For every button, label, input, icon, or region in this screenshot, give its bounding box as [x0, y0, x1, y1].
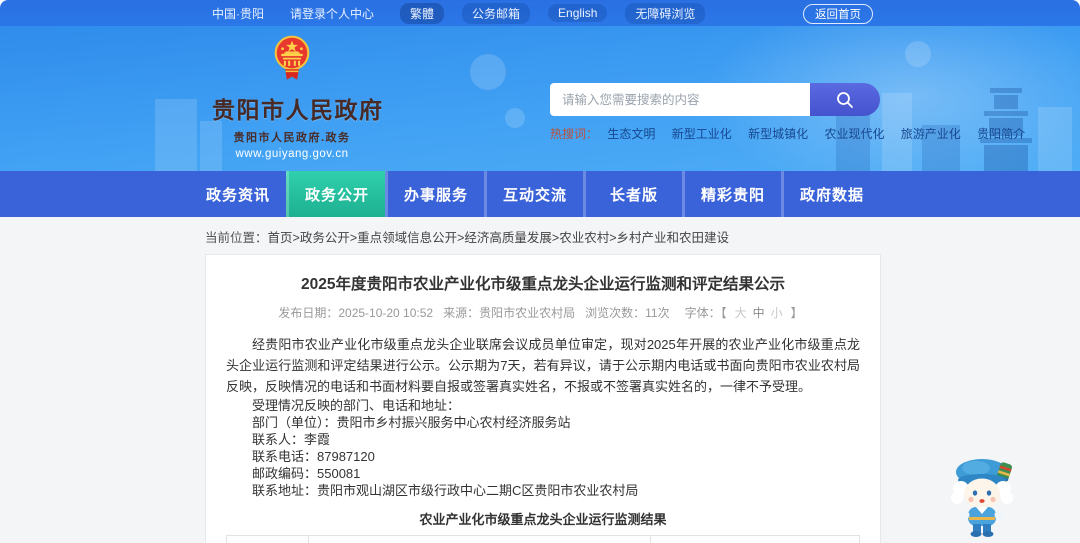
main-nav: 政务资讯 政务公开 办事服务 互动交流 长者版 精彩贵阳 政府数据 — [0, 171, 1080, 217]
contact-phone-line: 联系电话：87987120 — [252, 449, 375, 464]
mascot-icon — [951, 459, 1013, 537]
mascot-widget[interactable] — [942, 450, 1022, 538]
topbar-link-china-guiyang[interactable]: 中国·贵阳 — [212, 5, 264, 22]
font-size-small[interactable]: 小 — [771, 306, 783, 320]
hot-search-word[interactable]: 新型城镇化 — [748, 127, 808, 141]
font-size-large[interactable]: 大 — [735, 306, 747, 320]
site-subtitle: 贵阳市人民政府.政务 — [233, 132, 351, 144]
site-logo[interactable]: 贵阳市人民政府 贵阳市人民政府.政务 www.guiyang.gov.cn — [212, 35, 384, 160]
article-card: 2025年度贵阳市农业产业化市级重点龙头企业运行监测和评定结果公示 发布日期：2… — [205, 254, 881, 543]
font-size-label: 字体：【 — [684, 306, 727, 320]
article-paragraph: 经贵阳市农业产业化市级重点龙头企业联席会议成员单位审定，现对2025年开展的农业… — [226, 337, 860, 394]
contact-department-line: 部门（单位）：贵阳市乡村振兴服务中心农村经济服务站 — [252, 415, 571, 430]
nav-item-interaction[interactable]: 互动交流 — [484, 171, 583, 217]
site-name: 贵阳市人民政府 — [212, 97, 384, 123]
nav-item-news[interactable]: 政务资讯 — [190, 171, 286, 217]
hot-search-bar: 热搜词： 生态文明 新型工业化 新型城镇化 农业现代化 旅游产业化 贵阳简介 — [550, 125, 1025, 142]
topbar-link-english[interactable]: English — [548, 4, 608, 22]
header-banner: 贵阳市人民政府 贵阳市人民政府.政务 www.guiyang.gov.cn 热搜… — [0, 26, 1080, 171]
nav-item-gov-data[interactable]: 政府数据 — [781, 171, 880, 217]
hot-search-word[interactable]: 贵阳简介 — [977, 127, 1025, 141]
hot-search-word[interactable]: 生态文明 — [607, 127, 655, 141]
hot-search-label: 热搜词： — [550, 127, 599, 141]
header-序号: 序号 — [225, 535, 310, 543]
search-input[interactable] — [550, 83, 810, 116]
hot-search-word[interactable]: 旅游产业化 — [901, 127, 961, 141]
header-监测结果: 监测结果 — [650, 535, 860, 543]
article-source: 来源：贵阳市农业农村局 — [443, 306, 576, 320]
breadcrumb-path[interactable]: 首页>政务公开>重点领域信息公开>经济高质量发展>农业农村>乡村产业和农田建设 — [268, 231, 730, 245]
table-caption: 农业产业化市级重点龙头企业运行监测结果 — [419, 512, 667, 527]
font-size-selector: 字体：【大中小】 — [680, 306, 808, 320]
nav-item-senior-version[interactable]: 长者版 — [583, 171, 682, 217]
contact-address-line: 联系地址：贵阳市观山湖区市级行政中心二期C区贵阳市农业农村局 — [252, 483, 639, 498]
banner-bokeh-decoration — [905, 41, 931, 67]
breadcrumb: 当前位置：首页>政务公开>重点领域信息公开>经济高质量发展>农业农村>乡村产业和… — [0, 217, 1080, 254]
topbar-link-traditional[interactable]: 繁體 — [400, 2, 445, 24]
nav-item-services[interactable]: 办事服务 — [385, 171, 484, 217]
national-emblem-icon — [274, 35, 310, 80]
banner-bokeh-decoration — [470, 54, 506, 90]
contact-person-line: 联系人：李霞 — [252, 432, 331, 447]
font-size-bracket: 】 — [790, 306, 803, 320]
topbar-link-accessibility[interactable]: 无障碍浏览 — [625, 2, 706, 24]
contact-postcode-line: 邮政编码：550081 — [252, 466, 361, 481]
banner-bokeh-decoration — [505, 108, 525, 128]
search-icon — [837, 91, 853, 108]
search-area: 热搜词： 生态文明 新型工业化 新型城镇化 农业现代化 旅游产业化 贵阳简介 — [550, 83, 1025, 142]
monitoring-result-table: 序号 企业名称 监测结果 1 贵州合力超市采购有限公司 合格 2 贵州友禾种业有… — [225, 535, 860, 543]
topbar-link-login[interactable]: 请登录个人中心 — [290, 5, 374, 22]
hot-search-word[interactable]: 新型工业化 — [672, 127, 732, 141]
nav-item-highlights[interactable]: 精彩贵阳 — [682, 171, 781, 217]
topbar: 中国·贵阳 请登录个人中心 繁體 公务邮箱 English 无障碍浏览 返回首页 — [0, 0, 1080, 26]
header-企业名称: 企业名称 — [308, 535, 652, 543]
font-size-medium[interactable]: 中 — [753, 306, 765, 320]
publish-date: 发布日期：2025-10-20 10:52 — [278, 306, 434, 320]
hot-search-word[interactable]: 农业现代化 — [824, 127, 884, 141]
back-home-button[interactable]: 返回首页 — [803, 4, 873, 24]
table-header-row: 序号 企业名称 监测结果 — [225, 535, 860, 543]
view-count: 浏览次数：11次 — [585, 306, 670, 320]
site-url: www.guiyang.gov.cn — [235, 148, 349, 160]
browser-page: 中国·贵阳 请登录个人中心 繁體 公务邮箱 English 无障碍浏览 返回首页 — [0, 0, 1080, 543]
content-area: 当前位置：首页>政务公开>重点领域信息公开>经济高质量发展>农业农村>乡村产业和… — [0, 217, 1080, 543]
banner-building-decoration — [1038, 107, 1072, 171]
banner-building-decoration — [155, 99, 197, 171]
article-meta: 发布日期：2025-10-20 10:52 来源：贵阳市农业农村局 浏览次数：11次… — [226, 304, 860, 321]
search-button[interactable] — [810, 83, 880, 116]
article-title: 2025年度贵阳市农业产业化市级重点龙头企业运行监测和评定结果公示 — [301, 276, 785, 293]
contact-intro-line: 受理情况反映的部门、电话和地址： — [252, 398, 461, 413]
topbar-link-mail[interactable]: 公务邮箱 — [462, 2, 531, 24]
nav-item-disclosure[interactable]: 政务公开 — [286, 171, 385, 217]
breadcrumb-label: 当前位置： — [205, 231, 268, 245]
